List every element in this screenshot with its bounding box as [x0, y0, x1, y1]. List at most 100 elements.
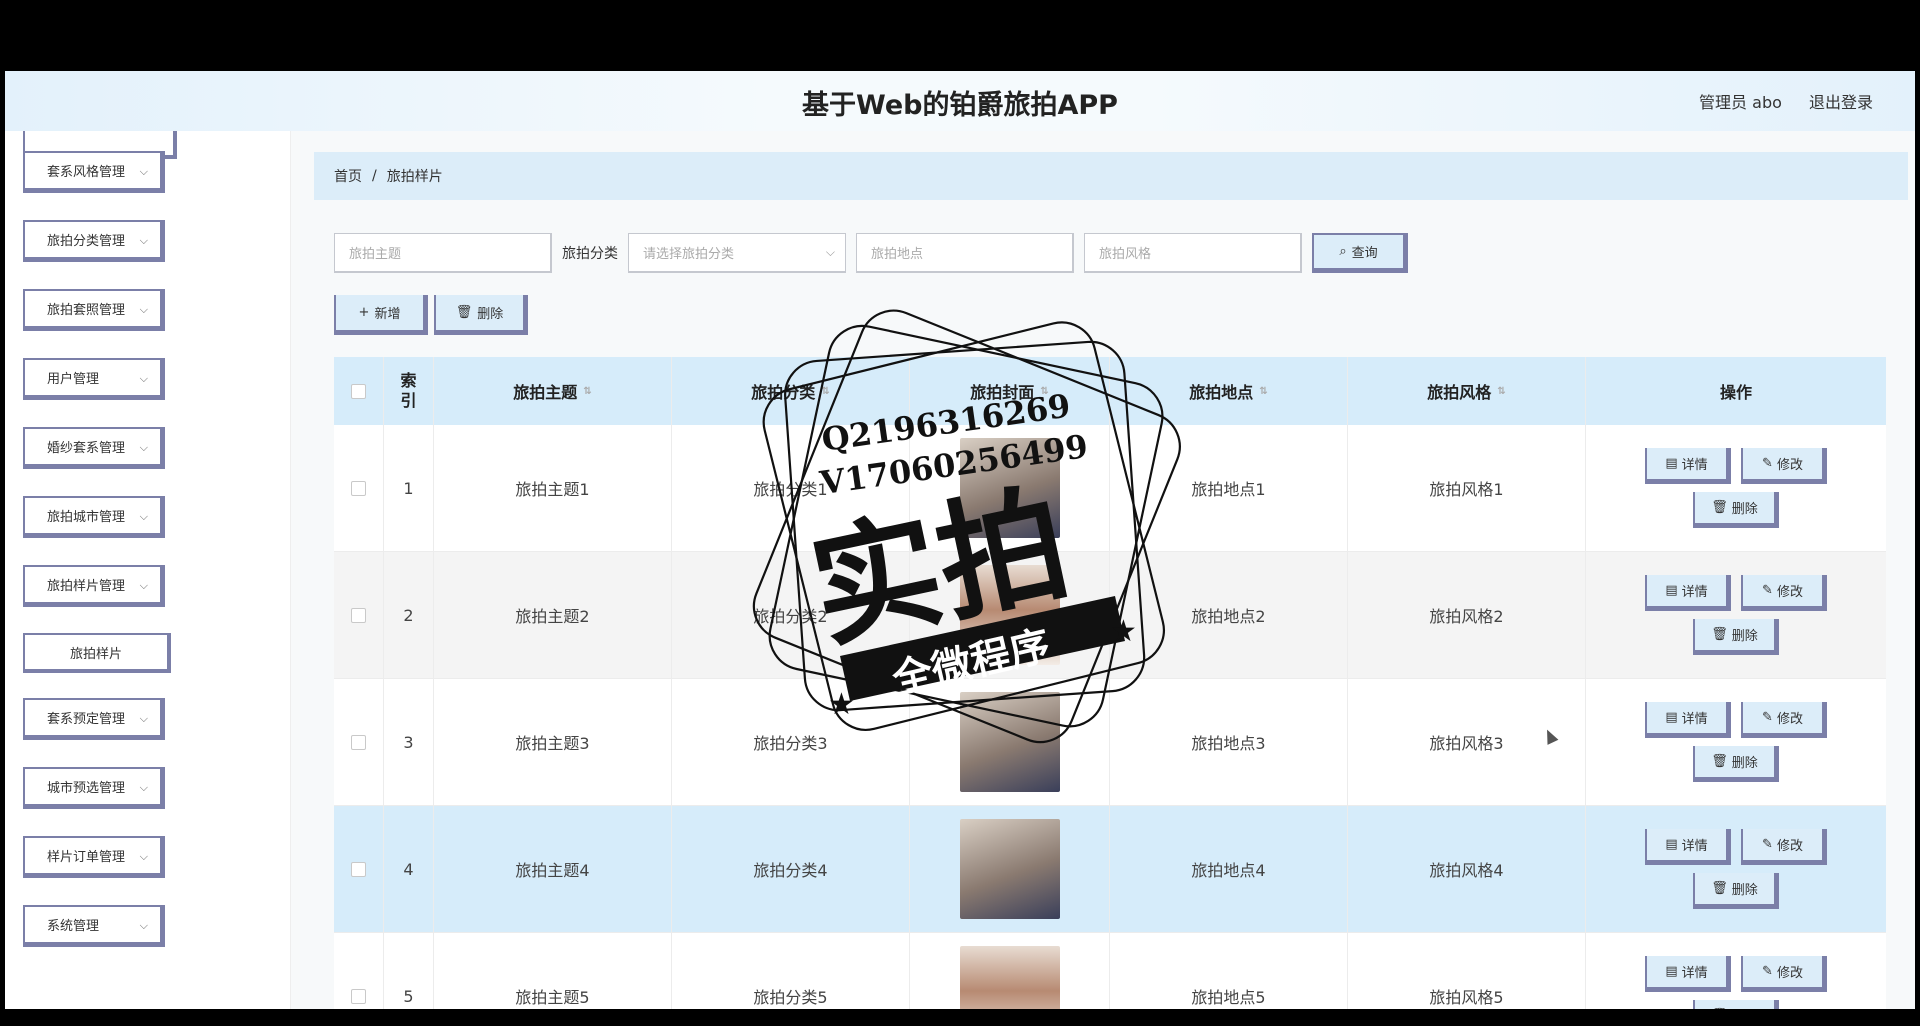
detail-label: 详情: [1681, 458, 1708, 473]
row-checkbox[interactable]: [351, 607, 366, 623]
ops-cell: ▤详情 ✎修改 🗑删除: [1586, 806, 1886, 932]
trash-icon: 🗑: [1711, 881, 1728, 896]
document-icon: ▤: [1665, 837, 1678, 852]
app-title: 基于Web的铂爵旅拍APP: [802, 90, 1118, 121]
sidebar-item-booking-mgmt[interactable]: 套系预定管理 ⌵: [23, 698, 165, 740]
detail-button[interactable]: ▤ 详情: [1645, 575, 1731, 611]
location-search-input[interactable]: 旅拍地点: [856, 233, 1074, 273]
sidebar-item-city-mgmt[interactable]: 旅拍城市管理 ⌵: [23, 496, 165, 538]
row-select-cell[interactable]: [334, 679, 384, 805]
row-select-cell[interactable]: [334, 425, 384, 551]
edit-label: 修改: [1776, 458, 1803, 473]
sidebar-item-label: 城市预选管理: [47, 781, 126, 796]
add-button[interactable]: + 新增: [334, 295, 428, 335]
category-select[interactable]: 请选择旅拍分类 ⌵: [628, 233, 846, 273]
edit-icon: ✎: [1762, 837, 1773, 852]
row-checkbox[interactable]: [351, 480, 366, 496]
search-bar: 旅拍主题 旅拍分类 请选择旅拍分类 ⌵ 旅拍地点 旅拍风格 ⌕ 查询: [334, 232, 1408, 274]
sort-icon[interactable]: ⇅: [1497, 386, 1505, 397]
watermark-stamp: Q2196316269 V17060256499 实拍 全微程序 ★ ★: [752, 309, 1181, 744]
chevron-down-icon: ⌵: [139, 441, 148, 454]
detail-button[interactable]: ▤ 详情: [1645, 448, 1731, 484]
header-style-label: 旅拍风格: [1427, 383, 1492, 402]
chevron-down-icon: ⌵: [139, 510, 148, 523]
document-icon: ▤: [1665, 710, 1678, 725]
delete-button[interactable]: 🗑删除: [1693, 619, 1779, 655]
batch-delete-button[interactable]: 🗑 删除: [434, 295, 528, 335]
document-icon: ▤: [1665, 456, 1678, 471]
edit-label: 修改: [1776, 585, 1803, 600]
row-select-cell[interactable]: [334, 806, 384, 932]
sidebar-item-order-mgmt[interactable]: 样片订单管理 ⌵: [23, 836, 165, 878]
sidebar-item-photoset-mgmt[interactable]: 旅拍套照管理 ⌵: [23, 289, 165, 331]
sort-icon[interactable]: ⇅: [1259, 386, 1267, 397]
sidebar-item-user-mgmt[interactable]: 用户管理 ⌵: [23, 358, 165, 400]
row-checkbox[interactable]: [351, 861, 366, 877]
ops-cell: ▤详情 ✎修改 🗑删除: [1586, 933, 1886, 1009]
sidebar-item-wedding-mgmt[interactable]: 婚纱套系管理 ⌵: [23, 427, 165, 469]
index-cell: 2: [384, 552, 434, 678]
row-select-cell[interactable]: [334, 552, 384, 678]
header-index: 索引: [384, 357, 434, 425]
delete-button[interactable]: 🗑删除: [1693, 1000, 1779, 1009]
cover-image[interactable]: [959, 946, 1060, 1009]
search-icon: ⌕: [1339, 244, 1347, 259]
index-cell: 1: [384, 425, 434, 551]
breadcrumb-current: 旅拍样片: [386, 169, 443, 185]
theme-placeholder: 旅拍主题: [349, 247, 402, 262]
row-checkbox[interactable]: [351, 988, 366, 1004]
star-icon: ★: [828, 687, 855, 722]
detail-button[interactable]: ▤ 详情: [1645, 829, 1731, 865]
sidebar-item-label: 旅拍样片管理: [47, 579, 126, 594]
detail-button[interactable]: ▤ 详情: [1645, 956, 1731, 992]
edit-button[interactable]: ✎ 修改: [1741, 575, 1827, 611]
header-theme[interactable]: 旅拍主题 ⇅: [434, 357, 672, 425]
table-row[interactable]: 4 旅拍主题4 旅拍分类4 旅拍地点4 旅拍风格4 ▤ 详情 ✎ 修改 🗑 删除: [334, 806, 1886, 933]
header-select-all[interactable]: [334, 357, 384, 425]
sidebar-item-city-preselect-mgmt[interactable]: 城市预选管理 ⌵: [23, 767, 165, 809]
select-all-checkbox[interactable]: [351, 383, 366, 399]
logout-link[interactable]: 退出登录: [1809, 93, 1873, 112]
row-checkbox[interactable]: [351, 734, 366, 750]
delete-button[interactable]: 🗑删除: [1693, 492, 1779, 528]
chevron-down-icon: ⌵: [139, 850, 148, 863]
sort-icon[interactable]: ⇅: [583, 386, 591, 397]
cover-image[interactable]: [959, 819, 1060, 919]
header-style[interactable]: 旅拍风格 ⇅: [1348, 357, 1586, 425]
location-placeholder: 旅拍地点: [871, 247, 924, 262]
ops-cell: ▤详情 ✎修改 🗑删除: [1586, 679, 1886, 805]
style-search-input[interactable]: 旅拍风格: [1084, 233, 1302, 273]
action-bar: + 新增 🗑 删除: [334, 295, 534, 335]
chevron-down-icon: ⌵: [139, 712, 148, 725]
theme-search-input[interactable]: 旅拍主题: [334, 233, 552, 273]
edit-button[interactable]: ✎ 修改: [1741, 702, 1827, 738]
style-placeholder: 旅拍风格: [1099, 247, 1152, 262]
sidebar-item-style-mgmt[interactable]: 套系风格管理 ⌵: [23, 151, 165, 193]
sidebar-item-sample-mgmt[interactable]: 旅拍样片管理 ⌵: [23, 565, 165, 607]
style-cell: 旅拍风格2: [1348, 552, 1586, 678]
cover-cell: [910, 806, 1110, 932]
breadcrumb-home[interactable]: 首页: [334, 166, 362, 186]
breadcrumb: 首页 / 旅拍样片: [314, 152, 1908, 200]
category-cell: 旅拍分类4: [672, 806, 910, 932]
query-button[interactable]: ⌕ 查询: [1312, 233, 1408, 273]
edit-label: 修改: [1776, 712, 1803, 727]
edit-button[interactable]: ✎ 修改: [1741, 448, 1827, 484]
document-icon: ▤: [1665, 964, 1678, 979]
detail-button[interactable]: ▤ 详情: [1645, 702, 1731, 738]
sidebar-item-system-mgmt[interactable]: 系统管理 ⌵: [23, 905, 165, 947]
delete-button[interactable]: 🗑删除: [1693, 873, 1779, 909]
user-area: 管理员 abo 退出登录: [1699, 89, 1873, 113]
document-icon: ▤: [1665, 583, 1678, 598]
edit-button[interactable]: ✎ 修改: [1741, 956, 1827, 992]
row-select-cell[interactable]: [334, 933, 384, 1009]
sidebar-subitem-sample[interactable]: 旅拍样片: [23, 633, 171, 673]
table-row[interactable]: 5 旅拍主题5 旅拍分类5 旅拍地点5 旅拍风格5 ▤详情 ✎修改 🗑 删除: [334, 933, 1886, 1009]
delete-label: 删除: [1731, 883, 1758, 898]
edit-button[interactable]: ✎ 修改: [1741, 829, 1827, 865]
sidebar-item-category-mgmt[interactable]: 旅拍分类管理 ⌵: [23, 220, 165, 262]
edit-icon: ✎: [1762, 456, 1773, 471]
delete-button[interactable]: 🗑删除: [1693, 746, 1779, 782]
ops-cell: ▤详情 ✎修改 🗑删除: [1586, 552, 1886, 678]
trash-icon: 🗑: [1711, 627, 1728, 642]
